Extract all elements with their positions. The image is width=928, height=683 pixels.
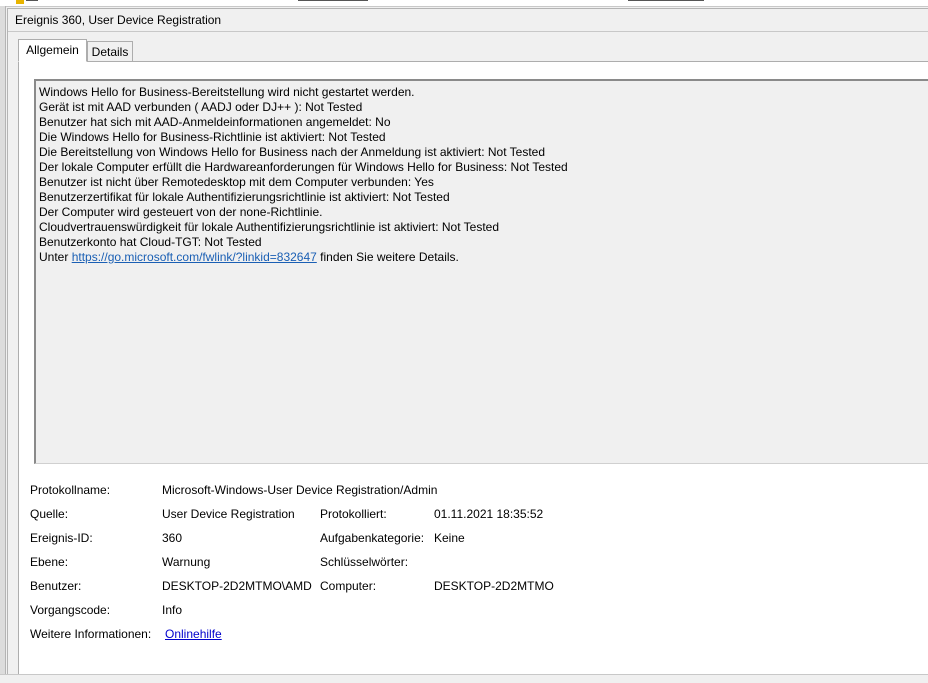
- level-value: Warnung: [162, 555, 211, 569]
- source-value: User Device Registration: [162, 507, 295, 521]
- tab-general[interactable]: Allgemein: [18, 39, 87, 62]
- task-category-value: Keine: [434, 531, 465, 545]
- task-category-label: Aufgabenkategorie:: [320, 531, 425, 545]
- keywords-label: Schlüsselwörter:: [320, 555, 409, 569]
- description-line: Die Windows Hello for Business-Richtlini…: [39, 130, 386, 144]
- description-line: Benutzer ist nicht über Remotedesktop mi…: [39, 175, 434, 189]
- event-list-remnant: [0, 0, 928, 7]
- description-line: Benutzerkonto hat Cloud-TGT: Not Tested: [39, 235, 262, 249]
- logged-label: Protokolliert:: [320, 507, 387, 521]
- event-id-label: Ereignis-ID:: [30, 531, 93, 545]
- details-link[interactable]: https://go.microsoft.com/fwlink/?linkid=…: [72, 250, 317, 264]
- description-line: Benutzerzertifikat für lokale Authentifi…: [39, 190, 450, 204]
- event-id-value: 360: [162, 531, 183, 545]
- logged-value: 01.11.2021 18:35:52: [434, 507, 544, 521]
- online-help-link[interactable]: Onlinehilfe: [165, 627, 222, 641]
- description-line: Der lokale Computer erfüllt die Hardware…: [39, 160, 568, 174]
- description-line: Gerät ist mit AAD verbunden ( AADJ oder …: [39, 100, 363, 114]
- opcode-label: Vorgangscode:: [30, 603, 111, 617]
- description-line: Windows Hello for Business-Bereitstellun…: [39, 85, 415, 99]
- description-link-line: Unter https://go.microsoft.com/fwlink/?l…: [39, 250, 568, 265]
- log-name-value: Microsoft-Windows-User Device Registrati…: [162, 483, 438, 497]
- opcode-value: Info: [162, 603, 183, 617]
- tab-details[interactable]: Details: [87, 41, 133, 62]
- window-title: Ereignis 360, User Device Registration: [15, 13, 222, 27]
- user-value: DESKTOP-2D2MTMO\AMD F: [162, 579, 312, 593]
- computer-label: Computer:: [320, 579, 377, 593]
- more-info-label: Weitere Informationen:: [30, 627, 152, 641]
- event-description-box[interactable]: Windows Hello for Business-Bereitstellun…: [34, 79, 928, 464]
- link-prefix: Unter: [39, 250, 72, 264]
- link-suffix: finden Sie weitere Details.: [316, 250, 459, 264]
- description-line: Cloudvertrauenswürdigkeit für lokale Aut…: [39, 220, 500, 234]
- event-description-text: Windows Hello for Business-Bereitstellun…: [39, 85, 568, 265]
- description-line: Benutzer hat sich mit AAD-Anmeldeinforma…: [39, 115, 391, 129]
- source-label: Quelle:: [30, 507, 69, 521]
- description-line: Die Bereitstellung von Windows Hello for…: [39, 145, 546, 159]
- left-frame: [0, 6, 6, 682]
- computer-value: DESKTOP-2D2MTMO: [434, 579, 554, 593]
- description-line: Der Computer wird gesteuert von der none…: [39, 205, 323, 219]
- warning-icon: [16, 0, 24, 4]
- title-bar: Ereignis 360, User Device Registration: [8, 9, 928, 32]
- user-label: Benutzer:: [30, 579, 82, 593]
- level-label: Ebene:: [30, 555, 69, 569]
- log-name-label: Protokollname:: [30, 483, 111, 497]
